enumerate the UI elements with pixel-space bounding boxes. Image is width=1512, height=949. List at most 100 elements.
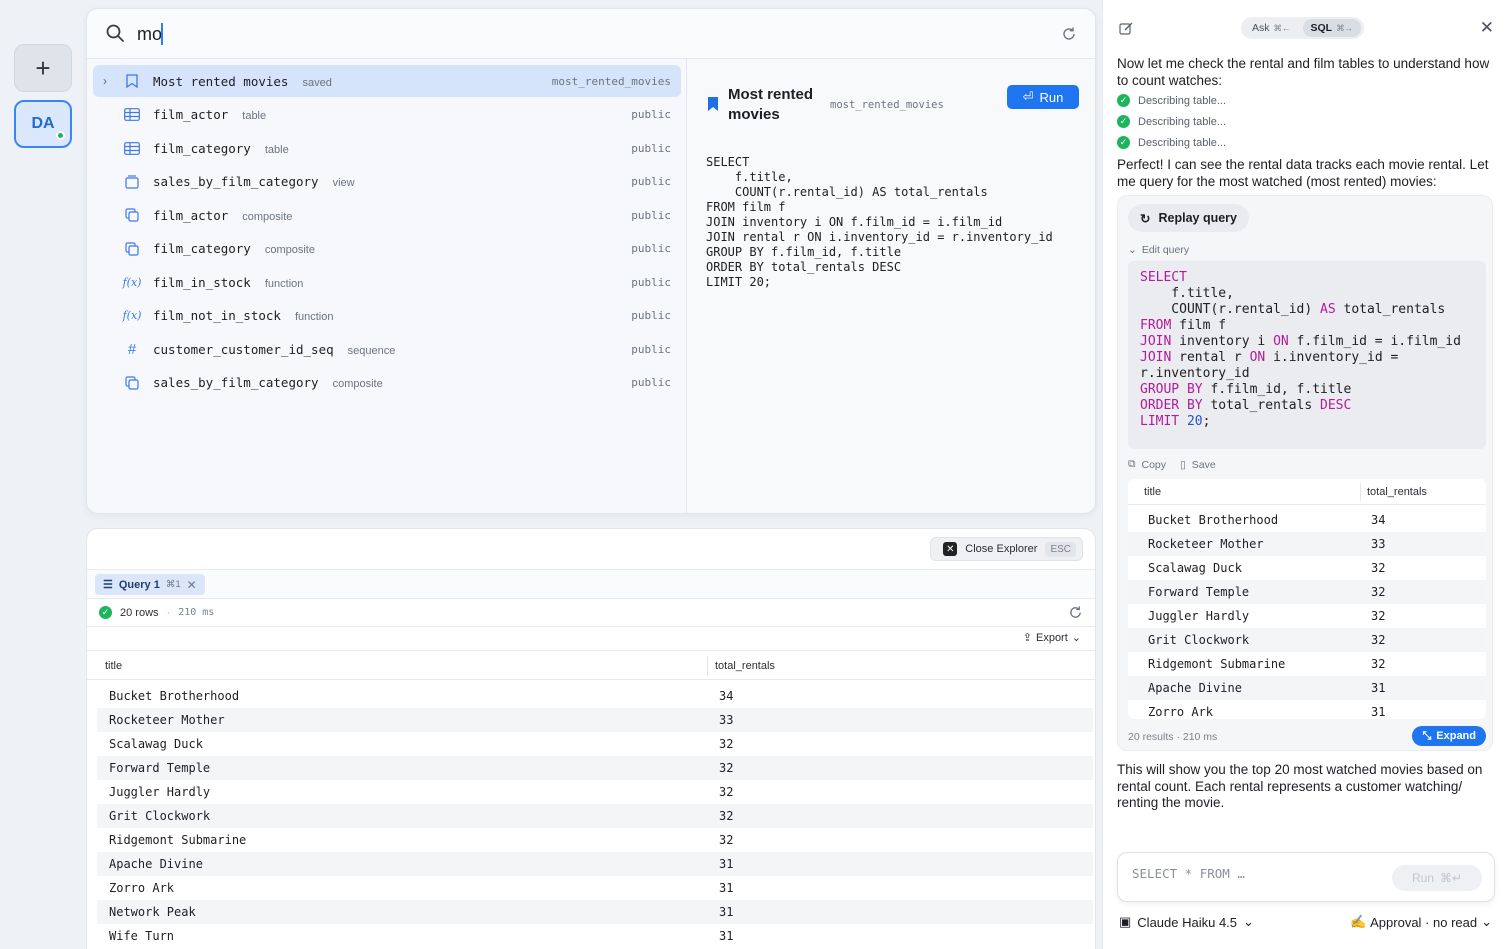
cell-total-rentals: 32 — [719, 785, 734, 799]
tab-query-1[interactable]: ☰ Query 1 ⌘1 ✕ — [95, 574, 205, 595]
table-row[interactable]: Wife Turn 31 — [97, 924, 1093, 948]
table-row[interactable]: Scalawag Duck 32 — [1128, 556, 1486, 580]
table-row[interactable]: Juggler Hardly 32 — [97, 780, 1093, 804]
result-kind: table — [242, 110, 267, 122]
assistant-message: This will show you the top 20 most watch… — [1117, 762, 1483, 810]
table-row[interactable]: Juggler Hardly 32 — [1128, 604, 1486, 628]
table-row[interactable]: Forward Temple 32 — [1128, 580, 1486, 604]
run-button[interactable]: ⏎ Run — [1007, 85, 1079, 109]
cell-title: Zorro Ark — [109, 881, 175, 895]
close-explorer-button[interactable]: ✕ Close Explorer ESC — [930, 537, 1083, 561]
table-row[interactable]: Ridgemont Submarine 32 — [97, 828, 1093, 852]
preview-sql: SELECT f.title, COUNT(r.rental_id) AS to… — [706, 155, 1053, 289]
result-kind: composite — [264, 244, 315, 256]
search-result-item[interactable]: film_actor table public — [93, 99, 681, 131]
approval-selector[interactable]: ✍ Approval · no read ⌄ — [1350, 914, 1492, 930]
table-row[interactable]: Apache Divine 31 — [97, 852, 1093, 876]
table-row[interactable]: Ridgemont Submarine 32 — [1128, 652, 1486, 676]
table-row[interactable]: Rocketeer Mother 33 — [97, 708, 1093, 732]
chevron-down-icon: ⌄ — [1243, 914, 1254, 929]
result-schema: public — [631, 208, 671, 222]
table-row[interactable]: Rocketeer Mother 33 — [1128, 532, 1486, 556]
search-result-item[interactable]: # customer_customer_id_seq sequence public — [93, 333, 681, 365]
search-result-item[interactable]: f(x) film_not_in_stock function public — [93, 300, 681, 332]
search-result-item[interactable]: › Most rented movies saved most_rented_movi… — [93, 65, 681, 97]
search-result-item[interactable]: sales_by_film_category view public — [93, 166, 681, 198]
replay-query-button[interactable]: ↻ Replay query — [1128, 204, 1249, 232]
cell-title: Grit Clockwork — [1148, 633, 1250, 647]
column-header-total-rentals[interactable]: total_rentals — [715, 660, 775, 672]
cell-total-rentals: 31 — [719, 881, 734, 895]
table-icon — [123, 139, 141, 157]
mode-ask[interactable]: Ask ⌘← — [1244, 19, 1299, 37]
function-icon: f(x) — [122, 309, 142, 322]
cell-title: Rocketeer Mother — [109, 713, 225, 727]
search-result-item[interactable]: f(x) film_in_stock function public — [93, 266, 681, 298]
cell-title: Juggler Hardly — [109, 785, 211, 799]
table-row[interactable]: Grit Clockwork 32 — [1128, 628, 1486, 652]
result-schema: public — [631, 242, 671, 255]
table-row[interactable]: Scalawag Duck 32 — [97, 732, 1093, 756]
table-row[interactable]: Grit Clockwork 32 — [97, 804, 1093, 828]
new-connection-button[interactable]: + — [14, 44, 72, 92]
table-icon — [123, 106, 141, 124]
mode-sql[interactable]: SQL ⌘→ — [1302, 19, 1362, 37]
expand-icon: ⤡ — [1422, 729, 1432, 742]
model-selector[interactable]: ▣ Claude Haiku 4.5 ⌄ — [1119, 914, 1254, 930]
composite-icon — [123, 240, 141, 258]
chat-input[interactable] — [1132, 866, 1382, 881]
table-row[interactable]: Bucket Brotherhood 34 — [1128, 508, 1486, 532]
close-icon: ✕ — [943, 542, 958, 556]
search-input[interactable] — [137, 20, 1017, 48]
esc-shortcut: ESC — [1045, 541, 1076, 557]
result-name: film_category — [153, 241, 251, 256]
cell-title: Scalawag Duck — [1148, 561, 1242, 575]
sequence-icon: # — [127, 340, 137, 358]
chat-input-box: Run ⌘↵ — [1117, 852, 1495, 902]
table-row[interactable]: Zorro Ark 31 — [97, 876, 1093, 900]
result-schema: public — [631, 309, 671, 322]
column-header-title[interactable]: title — [1144, 486, 1161, 498]
send-run-button[interactable]: Run ⌘↵ — [1392, 865, 1482, 891]
column-header-title[interactable]: title — [105, 660, 122, 672]
cell-title: Forward Temple — [1148, 585, 1250, 599]
database-avatar-button[interactable]: DA — [14, 100, 72, 148]
cell-total-rentals: 31 — [719, 857, 734, 871]
result-kind: composite — [332, 378, 383, 390]
table-row[interactable]: Bucket Brotherhood 34 — [97, 684, 1093, 708]
result-kind: saved — [302, 76, 332, 89]
inline-results-table: title total_rentals Bucket Brotherhood 34… — [1128, 479, 1486, 719]
cell-total-rentals: 32 — [1371, 561, 1386, 575]
close-tab-icon[interactable]: ✕ — [187, 578, 197, 592]
edit-query-toggle[interactable]: ⌄ Edit query — [1128, 244, 1189, 256]
search-result-item[interactable]: sales_by_film_category composite public — [93, 367, 681, 399]
copy-icon: ⧉ — [1128, 458, 1136, 470]
assistant-message: Perfect! I can see the rental data track… — [1117, 157, 1489, 189]
table-row[interactable]: Forward Temple 32 — [97, 756, 1093, 780]
expand-button[interactable]: ⤡ Expand — [1412, 726, 1486, 746]
column-header-total-rentals[interactable]: total_rentals — [1367, 486, 1427, 498]
cell-title: Scalawag Duck — [109, 737, 203, 751]
export-button[interactable]: ⇪ Export ⌄ — [1022, 631, 1081, 645]
table-row[interactable]: Zorro Ark 31 — [1128, 700, 1486, 719]
search-result-item[interactable]: film_category table public — [93, 132, 681, 164]
sql-editor[interactable]: SELECT f.title, COUNT(r.rental_id) AS to… — [1128, 261, 1486, 449]
query-tabs: ☰ Query 1 ⌘1 ✕ — [87, 569, 1095, 599]
table-row[interactable]: Apache Divine 31 — [1128, 676, 1486, 700]
result-kind: table — [264, 143, 289, 156]
search-result-item[interactable]: film_actor composite public — [93, 199, 681, 231]
copy-button[interactable]: ⧉ Copy — [1128, 458, 1166, 471]
result-name: film_in_stock — [153, 274, 251, 290]
bookmark-icon: ▯ — [1180, 458, 1186, 471]
save-button[interactable]: ▯ Save — [1180, 459, 1216, 471]
query-preview: Most rented movies most_rented_movies ⏎ … — [688, 59, 1095, 513]
search-result-item[interactable]: film_category composite public — [93, 233, 681, 265]
result-name: Most rented movies — [153, 73, 289, 89]
refresh-icon[interactable] — [1068, 605, 1083, 620]
view-icon — [123, 173, 141, 191]
refresh-icon[interactable] — [1061, 26, 1077, 42]
share-icon: ⇪ — [1022, 632, 1032, 644]
close-icon[interactable]: ✕ — [1480, 18, 1494, 38]
compose-icon[interactable] — [1119, 21, 1134, 36]
table-row[interactable]: Network Peak 31 — [97, 900, 1093, 924]
